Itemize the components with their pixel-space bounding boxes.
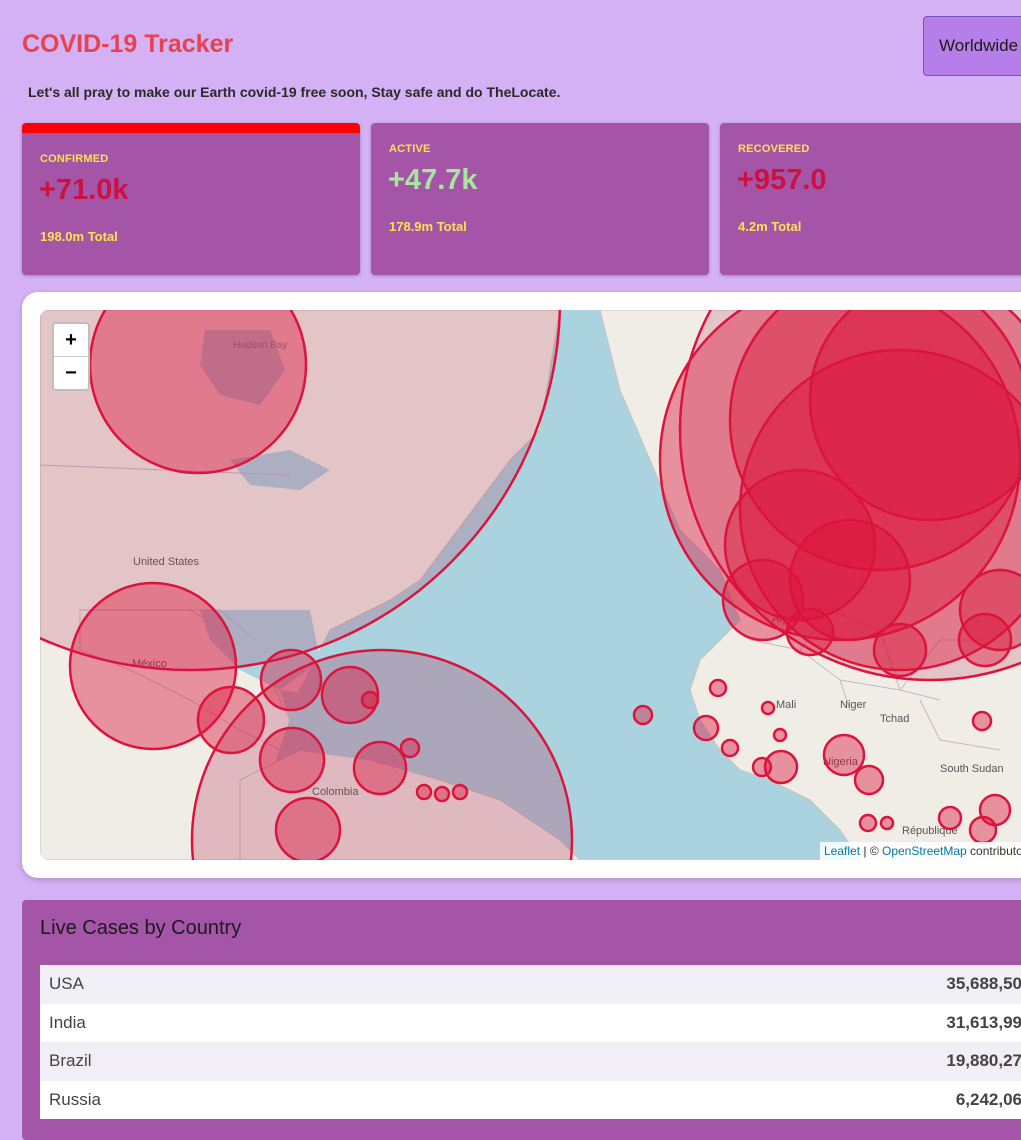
label-niger: Niger (840, 699, 867, 711)
active-label: ACTIVE (389, 143, 431, 155)
map[interactable]: Hudson Bay United States México Colombia… (40, 310, 1021, 860)
country-cases: 6,242,06 (955, 1089, 1021, 1109)
case-circle[interactable] (971, 710, 993, 732)
country-name: Russia (49, 1089, 101, 1109)
country-select[interactable]: Worldwide (923, 16, 1021, 76)
case-circle[interactable] (360, 690, 380, 710)
case-circle[interactable] (352, 740, 408, 796)
case-circle[interactable] (772, 727, 788, 743)
table-title: Live Cases by Country (40, 917, 242, 939)
attribution-separator: | © (860, 844, 882, 858)
case-circle[interactable] (258, 726, 326, 794)
active-card[interactable]: ACTIVE +47.7k 178.9m Total (371, 123, 709, 275)
map-attribution: Leaflet | © OpenStreetMap contributors (820, 842, 1021, 860)
case-circle[interactable] (978, 793, 1012, 827)
country-cases: 19,880,27 (946, 1051, 1021, 1071)
zoom-control: + − (52, 322, 90, 391)
country-name: Brazil (49, 1051, 92, 1071)
case-circle[interactable] (822, 733, 866, 777)
table-row[interactable]: USA 35,688,50 (40, 965, 1021, 1004)
country-name: USA (49, 974, 84, 994)
case-circle[interactable] (708, 678, 728, 698)
confirmed-card[interactable]: CONFIRMED +71.0k 198.0m Total (22, 123, 360, 275)
recovered-label: RECOVERED (738, 143, 810, 155)
app-title: COVID-19 Tracker (22, 30, 234, 58)
case-circle[interactable] (872, 622, 928, 678)
country-name: India (49, 1012, 86, 1032)
recovered-total: 4.2m Total (738, 219, 802, 234)
case-circle[interactable] (196, 685, 266, 755)
case-circle[interactable] (632, 704, 654, 726)
case-circle[interactable] (760, 700, 776, 716)
case-circle[interactable] (858, 813, 878, 833)
table-row[interactable]: Russia 6,242,06 (40, 1080, 1021, 1119)
label-mali: Mali (776, 699, 796, 711)
case-circle[interactable] (399, 737, 421, 759)
table-row[interactable]: Brazil 19,880,27 (40, 1042, 1021, 1081)
zoom-out-button[interactable]: − (54, 356, 88, 389)
active-total: 178.9m Total (389, 219, 467, 234)
confirmed-total: 198.0m Total (40, 229, 118, 244)
confirmed-label: CONFIRMED (40, 153, 109, 165)
label-south-sudan: South Sudan (940, 763, 1004, 775)
case-circle[interactable] (853, 764, 885, 796)
active-value: +47.7k (388, 164, 478, 196)
tagline: Let's all pray to make our Earth covid-1… (28, 84, 561, 100)
case-circle[interactable] (451, 783, 469, 801)
country-cases: 31,613,99 (946, 1012, 1021, 1032)
recovered-value: +957.0 (737, 164, 827, 196)
zoom-in-button[interactable]: + (54, 324, 88, 356)
country-table: USA 35,688,50 India 31,613,99 Brazil 19,… (40, 965, 1021, 1119)
case-circle[interactable] (259, 648, 323, 712)
case-circle[interactable] (720, 738, 740, 758)
case-circle[interactable] (785, 607, 835, 657)
case-circle[interactable] (751, 756, 773, 778)
label-tchad: Tchad (880, 713, 909, 725)
case-circle[interactable] (692, 714, 720, 742)
leaflet-link[interactable]: Leaflet (824, 844, 860, 858)
case-circle[interactable] (433, 785, 451, 803)
case-circle[interactable] (937, 805, 963, 831)
osm-link[interactable]: OpenStreetMap (882, 844, 967, 858)
case-circle[interactable] (274, 796, 342, 860)
confirmed-value: +71.0k (39, 174, 129, 206)
attribution-suffix: contributors (970, 844, 1021, 858)
table-row[interactable]: India 31,613,99 (40, 1003, 1021, 1042)
recovered-card[interactable]: RECOVERED +957.0 4.2m Total (720, 123, 1021, 275)
country-cases: 35,688,50 (946, 974, 1021, 994)
case-circle[interactable] (415, 783, 433, 801)
case-circle[interactable] (879, 815, 895, 831)
map-canvas[interactable]: Hudson Bay United States México Colombia… (40, 310, 1021, 860)
